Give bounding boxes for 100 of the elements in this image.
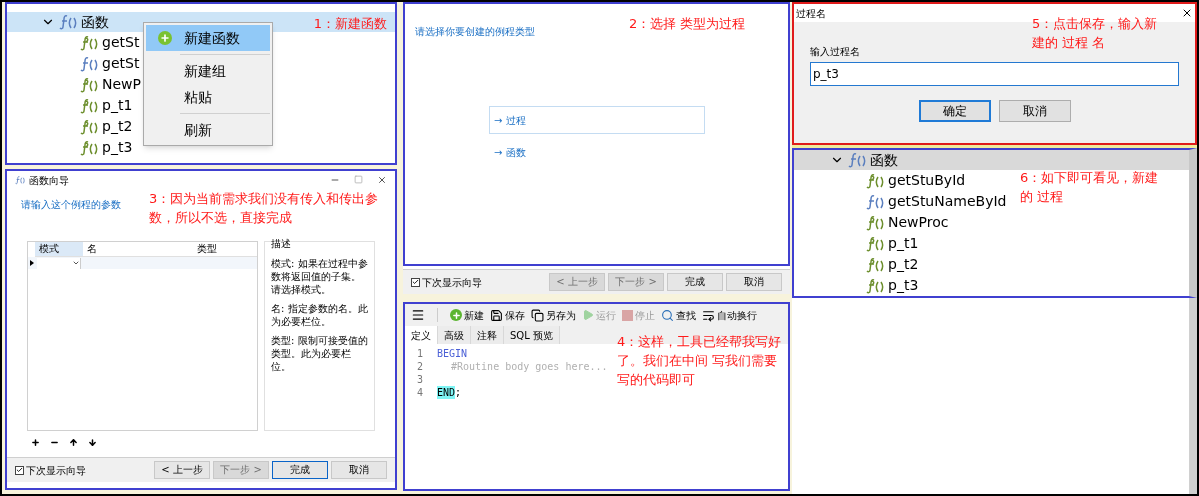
checkbox-label: 下次显示向导 (26, 463, 86, 478)
code-text: ; (455, 386, 462, 399)
line-number: 4 (415, 386, 423, 399)
window-title: 函数向导 (29, 173, 69, 188)
description-text: 模式: 如果在过程中参数将返回值的子集。请选择模式。 (271, 257, 368, 296)
chevron-icon (72, 259, 80, 267)
dialog-button[interactable]: 取消 (998, 100, 1071, 122)
menu-item[interactable]: 新建函数 (146, 25, 270, 51)
menu-item[interactable]: 新建组 (146, 58, 270, 84)
scrollbar[interactable] (1189, 298, 1197, 494)
routine-type-option[interactable]: → 函数 (489, 138, 705, 166)
close-icon[interactable] (377, 175, 387, 185)
procedure-icon (866, 213, 884, 232)
input-field[interactable]: p_t3 (810, 62, 1179, 86)
toolbar-button[interactable]: 新建 (450, 307, 484, 323)
dialog-button[interactable]: 确定 (918, 100, 991, 122)
tab[interactable]: 注释 (471, 326, 504, 344)
search-icon (661, 308, 674, 322)
tree-item[interactable]: p_t3 (102, 137, 133, 158)
move-up-icon[interactable] (69, 437, 78, 447)
line-number: 3 (415, 373, 423, 386)
menu-icon[interactable] (411, 308, 425, 322)
procedure-icon (866, 234, 884, 253)
toolbar-button[interactable]: 保存 (490, 307, 525, 323)
function-icon (59, 13, 77, 31)
tree-item[interactable]: p_t1 (102, 95, 133, 116)
field-label: 输入过程名 (810, 45, 861, 59)
procedure-icon (866, 276, 884, 295)
menu-item[interactable]: 粘贴 (146, 84, 270, 110)
tree-item[interactable]: getSt (102, 53, 140, 74)
tab[interactable]: 高级 (438, 326, 471, 344)
function-icon (848, 151, 866, 169)
play-icon (582, 309, 594, 321)
tree-item[interactable]: p_t2 (102, 116, 133, 137)
wizard-prompt: 请输入这个例程的参数 (21, 198, 122, 212)
procedure-icon (866, 255, 884, 274)
code-text: END (437, 386, 456, 399)
column-header[interactable]: 模式 (35, 242, 83, 256)
procedure-icon (80, 96, 98, 115)
function-icon (15, 175, 25, 185)
procedure-icon (80, 33, 98, 52)
column-header[interactable]: 类型 (193, 242, 257, 256)
tree-item[interactable]: getSt (102, 32, 140, 53)
copy-icon (531, 308, 544, 322)
dialog-button[interactable]: 完成 (272, 461, 328, 479)
tree-item[interactable]: 函数 (81, 11, 109, 33)
checkbox-label: 下次显示向导 (422, 275, 482, 290)
add-icon (158, 31, 172, 45)
annotation: 6：如下即可看见，新建的 过程 (1020, 169, 1160, 206)
tree-item[interactable]: getStuById (888, 170, 966, 191)
tab[interactable]: 定义 (405, 326, 438, 344)
tree-item[interactable]: p_t2 (888, 254, 919, 275)
tree-item[interactable]: p_t3 (888, 275, 919, 296)
code-text: #Routine body goes here... (451, 360, 608, 373)
menu-item[interactable]: 刷新 (146, 117, 270, 143)
dialog-button[interactable]: 取消 (726, 273, 782, 291)
line-number: 2 (415, 360, 423, 373)
annotation: 3：因为当前需求我们没有传入和传出参数，所以不选，直接完成 (149, 190, 380, 227)
description-text: 名: 指定参数的名。此为必要栏位。 (271, 302, 368, 328)
arrow-icon: → (494, 112, 503, 128)
function-icon (80, 54, 98, 73)
code-text: BEGIN (437, 347, 468, 360)
description-text: 类型: 限制可接受值的类型。此为必要栏位。 (271, 334, 368, 373)
tree-item[interactable]: 函数 (870, 149, 898, 171)
procedure-icon (866, 171, 884, 190)
annotation: 4：这样，工具已经帮我写好了。我们在中间 写我们需要写的代码即可 (617, 333, 783, 389)
tree-item[interactable]: NewP (102, 74, 141, 95)
procedure-icon (80, 138, 98, 157)
stop-icon (622, 309, 633, 321)
add-icon[interactable] (31, 437, 40, 447)
wizard-prompt: 请选择你要创建的例程类型 (415, 25, 535, 39)
toolbar-button[interactable]: 查找 (661, 307, 696, 323)
dialog-button[interactable]: 完成 (667, 273, 723, 291)
line-number: 1 (415, 347, 423, 360)
arrow-icon: → (494, 144, 503, 160)
tree-item[interactable]: p_t1 (888, 233, 919, 254)
tab[interactable]: SQL 预览 (504, 326, 560, 344)
annotation: 1：新建函数 (313, 15, 387, 33)
column-header[interactable]: 名 (83, 242, 193, 256)
toolbar-button[interactable]: 另存为 (531, 307, 576, 323)
dialog-button[interactable]: < 上一步 (154, 461, 210, 479)
toolbar-button[interactable]: 自动换行 (702, 307, 757, 323)
procedure-icon (80, 117, 98, 136)
tree-item[interactable]: NewProc (888, 212, 949, 233)
save-icon (490, 308, 503, 322)
dialog-button[interactable]: 取消 (331, 461, 387, 479)
routine-type-option[interactable]: → 过程 (489, 106, 705, 134)
checkbox[interactable] (411, 277, 420, 287)
function-icon (866, 192, 884, 211)
wrap-icon (702, 308, 715, 322)
procedure-icon (80, 75, 98, 94)
annotation: 5：点击保存，输入新建的 过程 名 (1032, 15, 1159, 52)
tree-item[interactable]: getStuNameById (888, 191, 1007, 212)
dialog-title: 过程名 (796, 6, 826, 21)
annotation: 2：选择 类型为过程 (629, 15, 746, 33)
add-icon (450, 309, 462, 321)
move-down-icon[interactable] (88, 437, 97, 447)
description-title: 描述 (271, 236, 291, 251)
close-icon[interactable] (1181, 7, 1193, 19)
checkbox[interactable] (15, 465, 24, 475)
